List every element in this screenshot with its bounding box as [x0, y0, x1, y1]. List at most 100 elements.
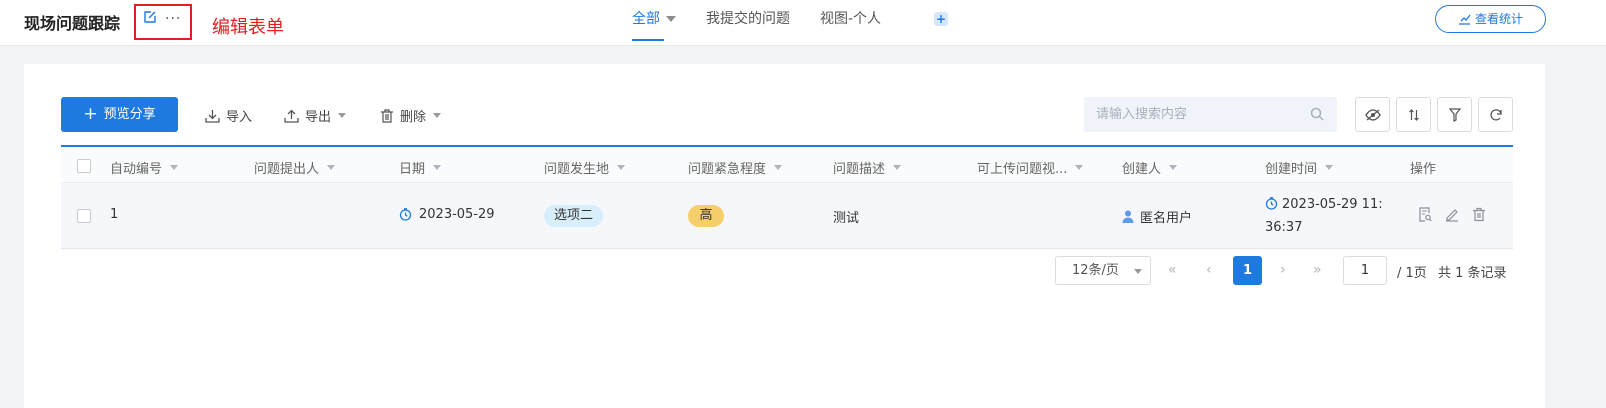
refresh-icon	[1489, 108, 1502, 120]
tab-all[interactable]: 全部	[632, 0, 676, 46]
column-label: 可上传问题视...	[977, 162, 1068, 177]
row-checkbox[interactable]	[77, 209, 91, 223]
column-label: 问题紧急程度	[688, 162, 767, 177]
chevron-down-icon	[433, 165, 442, 170]
cell-creator: 匿名用户	[1122, 207, 1192, 226]
chevron-down-icon	[1134, 269, 1142, 274]
sort-button[interactable]	[1396, 97, 1431, 132]
column-location[interactable]: 问题发生地	[544, 158, 626, 177]
more-icon[interactable]: ···	[165, 11, 181, 27]
preview-share-button[interactable]: + 预览分享	[61, 97, 178, 132]
top-bar: 现场问题跟踪 ··· 编辑表单 全部 我提交的问题 视图-个人 + 查看统计	[0, 0, 1606, 46]
search-box	[1084, 97, 1337, 132]
page-size-select[interactable]: 12条/页	[1055, 256, 1151, 285]
cell-description: 测试	[833, 211, 860, 226]
tab-view-personal[interactable]: 视图-个人	[820, 0, 881, 46]
chevron-down-icon	[666, 16, 676, 22]
column-auto-number[interactable]: 自动编号	[110, 158, 179, 177]
urgency-tag: 高	[688, 205, 724, 227]
tab-my-submitted[interactable]: 我提交的问题	[706, 0, 790, 46]
download-icon	[205, 109, 220, 123]
column-label: 问题提出人	[254, 162, 320, 177]
filter-button[interactable]	[1437, 97, 1472, 132]
column-created-time[interactable]: 创建时间	[1265, 158, 1334, 177]
search-icon[interactable]	[1310, 107, 1324, 121]
chevron-down-icon	[1169, 165, 1178, 170]
search-input[interactable]	[1096, 105, 1296, 123]
next-page-button[interactable]: ›	[1280, 262, 1286, 291]
column-label: 问题描述	[833, 162, 886, 177]
page-1-button[interactable]: 1	[1233, 256, 1262, 285]
user-icon	[1122, 210, 1134, 223]
clock-icon	[1265, 197, 1278, 210]
tab-my-submitted-label: 我提交的问题	[706, 11, 790, 27]
last-page-button[interactable]: »	[1313, 262, 1322, 291]
sort-icon	[1408, 108, 1419, 121]
clock-icon	[399, 208, 412, 221]
delete-button[interactable]: 删除	[380, 106, 442, 125]
chevron-down-icon	[327, 165, 336, 170]
select-all-checkbox[interactable]	[77, 159, 91, 173]
column-date[interactable]: 日期	[399, 158, 442, 177]
eye-off-icon	[1364, 108, 1381, 121]
edit-form-annotation: 编辑表单	[212, 17, 284, 38]
cell-date-value: 2023-05-29	[419, 207, 495, 222]
import-label: 导入	[226, 110, 253, 125]
chevron-down-icon	[1325, 165, 1334, 170]
cell-creator-value: 匿名用户	[1140, 211, 1193, 226]
view-stats-label: 查看统计	[1474, 12, 1523, 26]
page-title: 现场问题跟踪	[24, 14, 121, 33]
plus-icon: +	[83, 104, 98, 124]
upload-icon	[284, 109, 299, 123]
table-row[interactable]: 1 2023-05-29 选项二 高 测试 匿名用户 2023-05-29 11…	[61, 183, 1513, 249]
trash-icon	[381, 108, 393, 123]
cell-location: 选项二	[544, 205, 604, 227]
prev-page-button[interactable]: ‹	[1206, 262, 1212, 291]
total-records: 共 1 条记录	[1438, 266, 1507, 281]
column-label: 创建人	[1122, 162, 1162, 177]
first-page-button[interactable]: «	[1168, 262, 1177, 291]
preview-share-label: 预览分享	[103, 107, 156, 122]
tab-view-personal-label: 视图-个人	[820, 11, 882, 27]
chevron-down-icon	[433, 113, 442, 118]
export-button[interactable]: 导出	[284, 106, 347, 125]
page-size-value: 12条/页	[1072, 263, 1119, 278]
cell-date: 2023-05-29	[399, 207, 495, 222]
column-description[interactable]: 问题描述	[833, 158, 902, 177]
trash-icon[interactable]	[1472, 207, 1486, 222]
column-submitter[interactable]: 问题提出人	[254, 158, 336, 177]
export-label: 导出	[305, 110, 332, 125]
cell-created-time: 2023-05-29 11:36:37	[1265, 193, 1390, 239]
cell-created-time-value: 2023-05-29 11:36:37	[1265, 197, 1383, 235]
column-urgency[interactable]: 问题紧急程度	[688, 158, 783, 177]
import-button[interactable]: 导入	[205, 106, 252, 125]
column-label: 操作	[1410, 162, 1437, 177]
filter-icon	[1448, 107, 1461, 122]
jump-page-input[interactable]: 1	[1343, 256, 1387, 285]
cell-urgency: 高	[688, 205, 724, 227]
column-label: 日期	[399, 162, 426, 177]
chevron-down-icon	[170, 165, 179, 170]
chevron-down-icon	[338, 113, 347, 118]
view-tabs: 全部 我提交的问题 视图-个人	[632, 0, 911, 46]
refresh-button[interactable]	[1478, 97, 1513, 132]
view-detail-icon[interactable]	[1418, 207, 1432, 222]
column-creator[interactable]: 创建人	[1122, 158, 1178, 177]
total-pages: / 1页	[1397, 266, 1427, 281]
table-header: 自动编号 问题提出人 日期 问题发生地 问题紧急程度 问题描述 可上传问题视..…	[61, 145, 1513, 183]
add-view-button[interactable]: +	[934, 12, 948, 26]
edit-icon[interactable]	[1445, 207, 1459, 222]
edit-icon[interactable]	[143, 10, 159, 28]
chevron-down-icon	[1075, 165, 1084, 170]
option-tag: 选项二	[544, 205, 604, 227]
chevron-down-icon	[774, 165, 783, 170]
column-video[interactable]: 可上传问题视...	[977, 158, 1084, 177]
view-stats-button[interactable]: 查看统计	[1435, 5, 1546, 33]
chevron-down-icon	[617, 165, 626, 170]
cell-id: 1	[110, 207, 119, 222]
column-label: 自动编号	[110, 162, 163, 177]
column-actions: 操作	[1410, 158, 1436, 177]
hide-fields-button[interactable]	[1355, 97, 1390, 132]
tab-all-label: 全部	[632, 11, 660, 27]
delete-label: 删除	[400, 110, 427, 125]
